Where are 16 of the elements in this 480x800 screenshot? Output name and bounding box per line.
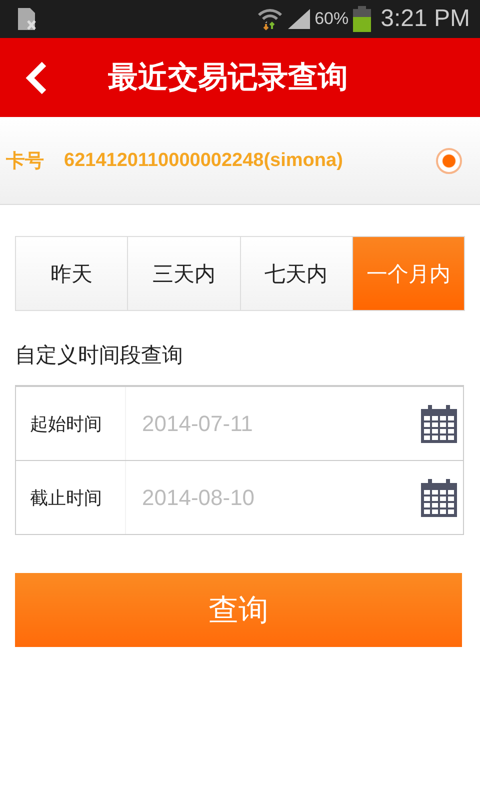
card-number: 6214120110000002248(simona) — [64, 150, 344, 172]
section-title: 自定义时间段查询 — [15, 342, 184, 369]
calendar-icon[interactable] — [421, 478, 457, 516]
calendar-icon[interactable] — [421, 404, 457, 442]
page-title: 最近交易记录查询 — [108, 59, 348, 97]
clock: 3:21 PM — [380, 5, 470, 33]
wifi-icon — [256, 6, 283, 32]
battery-percent: 60% — [314, 9, 349, 29]
battery-icon — [352, 6, 371, 32]
range-tab[interactable]: 昨天 — [16, 237, 128, 310]
sim-card-icon — [16, 7, 38, 31]
card-label: 卡号 — [6, 148, 44, 174]
range-tab[interactable]: 七天内 — [240, 237, 353, 310]
radio-button[interactable] — [436, 148, 462, 174]
signal-icon — [286, 8, 311, 30]
range-tab[interactable]: 三天内 — [128, 237, 240, 310]
